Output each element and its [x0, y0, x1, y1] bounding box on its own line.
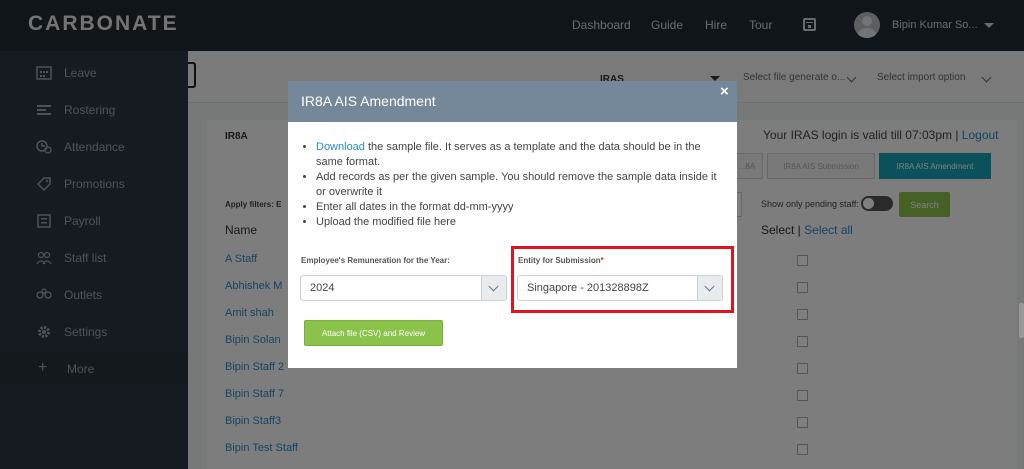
year-select[interactable]: 2024	[300, 275, 507, 301]
scrollbar[interactable]	[1019, 303, 1024, 338]
chevron-down-icon	[481, 276, 506, 300]
highlight-box	[511, 246, 734, 313]
modal-title: IR8A AIS Amendment	[301, 93, 436, 109]
amendment-modal: IR8A AIS Amendment × Download the sample…	[288, 81, 737, 368]
modal-header: IR8A AIS Amendment ×	[288, 81, 737, 122]
list-item: Add records as per the given sample. You…	[316, 170, 721, 200]
list-item: Enter all dates in the format dd-mm-yyyy	[316, 200, 721, 215]
list-item: Download the sample file. It serves as a…	[316, 140, 721, 170]
year-value: 2024	[310, 282, 335, 294]
list-item: Upload the modified file here	[316, 215, 721, 230]
close-icon[interactable]: ×	[720, 83, 729, 100]
instructions-list: Download the sample file. It serves as a…	[316, 140, 721, 230]
year-label: Employee's Remuneration for the Year:	[301, 256, 450, 265]
attach-file-button[interactable]: Attach file (CSV) and Review	[304, 320, 443, 346]
download-link[interactable]: Download	[316, 141, 365, 153]
